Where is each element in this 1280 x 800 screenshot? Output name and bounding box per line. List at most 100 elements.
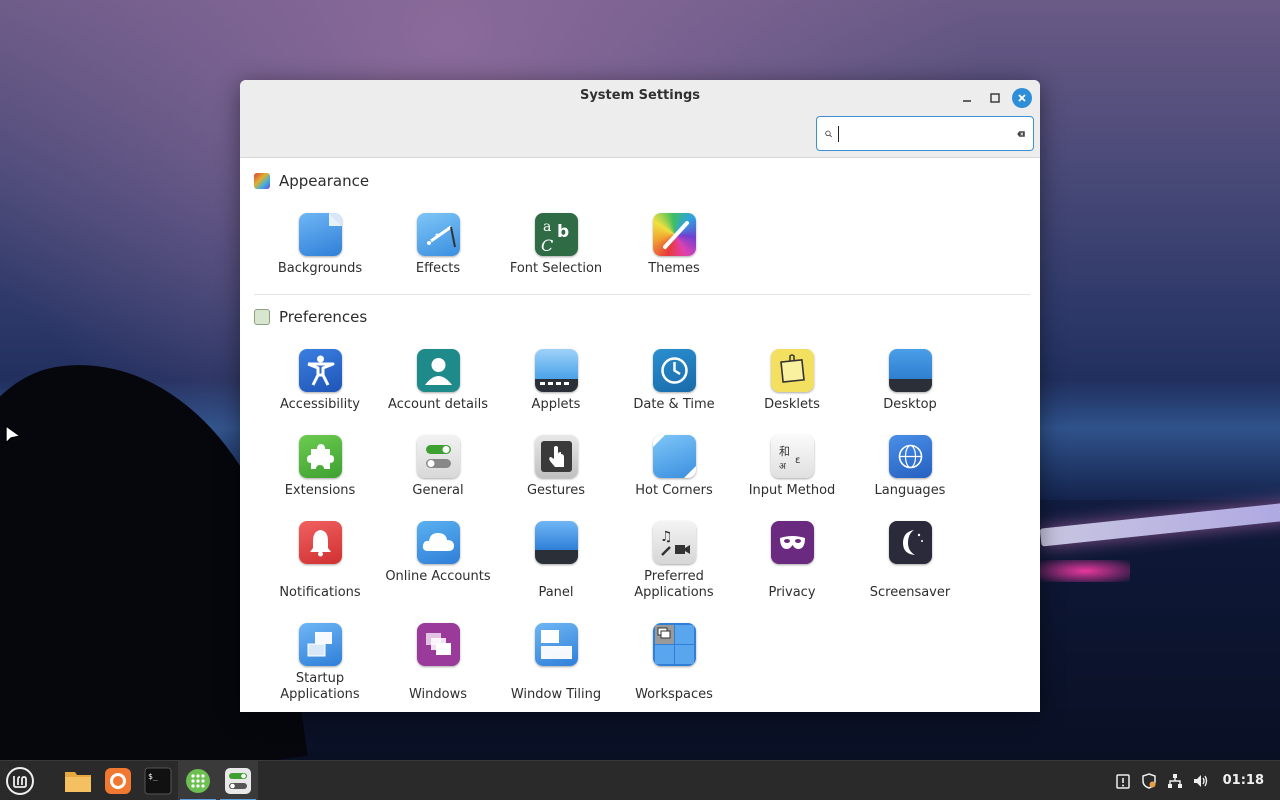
settings-item-input-method[interactable]: 和εअ Input Method xyxy=(733,421,851,507)
settings-item-window-tiling[interactable]: Window Tiling xyxy=(497,609,615,711)
item-label: Windows xyxy=(408,687,468,702)
windows-icon xyxy=(416,623,460,666)
settings-item-font-selection[interactable]: abC Font Selection xyxy=(497,199,615,285)
titlebar: System Settings xyxy=(240,80,1040,158)
svg-text:ε: ε xyxy=(795,455,800,466)
settings-item-account-details[interactable]: Account details xyxy=(379,335,497,421)
settings-item-accessibility[interactable]: Accessibility xyxy=(261,335,379,421)
tray-network[interactable] xyxy=(1165,771,1185,791)
settings-content: Appearance Backgrounds Effects a b C Fon… xyxy=(240,159,1040,712)
item-label: Backgrounds xyxy=(277,261,363,276)
maximize-button[interactable] xyxy=(985,88,1005,108)
settings-item-startup-applications[interactable]: Startup Applications xyxy=(261,609,379,711)
settings-item-notifications[interactable]: Notifications xyxy=(261,507,379,609)
close-icon xyxy=(1018,94,1026,102)
account-details-icon xyxy=(416,349,460,392)
svg-text:b: b xyxy=(557,222,569,242)
svg-text:和: 和 xyxy=(779,445,790,458)
startup-icon xyxy=(298,623,342,666)
item-label: Startup Applications xyxy=(280,671,360,702)
files-launcher[interactable] xyxy=(58,761,98,800)
settings-item-date-time[interactable]: Date & Time xyxy=(615,335,733,421)
accessibility-icon xyxy=(298,349,342,392)
item-label: Panel xyxy=(538,585,574,600)
desklets-icon xyxy=(770,349,814,392)
font-selection-icon: abC xyxy=(534,213,578,256)
input-method-icon: 和εअ xyxy=(770,435,814,478)
panel-icon xyxy=(534,521,578,564)
settings-item-themes[interactable]: Themes xyxy=(615,199,733,285)
minimize-icon xyxy=(963,100,971,102)
firefox-icon xyxy=(105,767,131,794)
software-manager-window[interactable] xyxy=(178,760,218,800)
clear-search-icon[interactable] xyxy=(1016,127,1025,141)
item-label: Desktop xyxy=(883,397,937,412)
settings-item-windows[interactable]: Windows xyxy=(379,609,497,711)
settings-item-preferred-applications[interactable]: ♫ Preferred Applications xyxy=(615,507,733,609)
settings-item-backgrounds[interactable]: Backgrounds xyxy=(261,199,379,285)
svg-text:$_: $_ xyxy=(148,772,158,781)
wallpaper-bridge xyxy=(1039,501,1280,547)
settings-item-applets[interactable]: Applets xyxy=(497,335,615,421)
settings-item-languages[interactable]: Languages xyxy=(851,421,969,507)
search-input[interactable] xyxy=(842,125,1017,142)
shield-icon xyxy=(1141,772,1156,789)
workspaces-icon xyxy=(652,623,696,666)
mint-menu-button[interactable] xyxy=(0,761,40,800)
firefox-launcher[interactable] xyxy=(98,761,138,800)
hot-corners-icon xyxy=(652,435,696,478)
settings-item-screensaver[interactable]: Screensaver xyxy=(851,507,969,609)
search-field[interactable] xyxy=(816,116,1034,151)
settings-icon xyxy=(225,767,251,794)
minimize-button[interactable] xyxy=(957,88,977,108)
clipboard-icon xyxy=(1115,773,1130,789)
clock[interactable]: 01:18 xyxy=(1223,773,1264,788)
item-label: General xyxy=(412,483,464,498)
puzzle-icon xyxy=(298,435,342,478)
item-label: Gestures xyxy=(526,483,585,498)
settings-item-desktop[interactable]: Desktop xyxy=(851,335,969,421)
preferences-section: Preferences Accessibility Account detail… xyxy=(240,299,1040,711)
svg-text:C: C xyxy=(541,236,553,255)
item-label: Input Method xyxy=(748,483,836,498)
settings-item-general[interactable]: General xyxy=(379,421,497,507)
network-icon xyxy=(1167,773,1182,788)
settings-item-workspaces[interactable]: Workspaces xyxy=(615,609,733,711)
hand-pointer-icon xyxy=(534,435,578,478)
media-icon: ♫ xyxy=(652,521,696,564)
terminal-icon: $_ xyxy=(144,767,172,794)
terminal-launcher[interactable]: $_ xyxy=(138,761,178,800)
item-label: Screensaver xyxy=(869,585,951,600)
settings-item-privacy[interactable]: Privacy xyxy=(733,507,851,609)
wallpaper-bridge-glow xyxy=(1040,560,1130,582)
settings-item-panel[interactable]: Panel xyxy=(497,507,615,609)
section-title: Appearance xyxy=(279,172,370,190)
tray-notes[interactable] xyxy=(1113,771,1133,791)
settings-item-extensions[interactable]: Extensions xyxy=(261,421,379,507)
item-label: Privacy xyxy=(768,585,816,600)
item-label: Themes xyxy=(648,261,700,276)
tray-volume[interactable] xyxy=(1191,771,1211,791)
clock-icon xyxy=(652,349,696,392)
settings-item-effects[interactable]: Effects xyxy=(379,199,497,285)
item-label: Hot Corners xyxy=(635,483,713,498)
themes-icon xyxy=(652,213,696,256)
settings-item-gestures[interactable]: Gestures xyxy=(497,421,615,507)
appearance-section-icon xyxy=(254,173,270,189)
cloud-icon xyxy=(416,521,460,564)
system-settings-taskbar-window[interactable] xyxy=(218,760,258,800)
close-button[interactable] xyxy=(1012,88,1032,108)
preferences-section-icon xyxy=(254,309,270,325)
moon-icon xyxy=(888,521,932,564)
settings-item-desklets[interactable]: Desklets xyxy=(733,335,851,421)
tray-update[interactable] xyxy=(1139,771,1159,791)
section-divider xyxy=(254,294,1030,295)
item-label: Date & Time xyxy=(633,397,715,412)
item-label: Workspaces xyxy=(635,687,713,702)
settings-item-online-accounts[interactable]: Online Accounts xyxy=(379,507,497,609)
svg-text:♫: ♫ xyxy=(660,529,673,545)
mask-icon xyxy=(770,521,814,564)
settings-item-hot-corners[interactable]: Hot Corners xyxy=(615,421,733,507)
item-label: Desklets xyxy=(764,397,820,412)
search-icon xyxy=(825,130,832,137)
